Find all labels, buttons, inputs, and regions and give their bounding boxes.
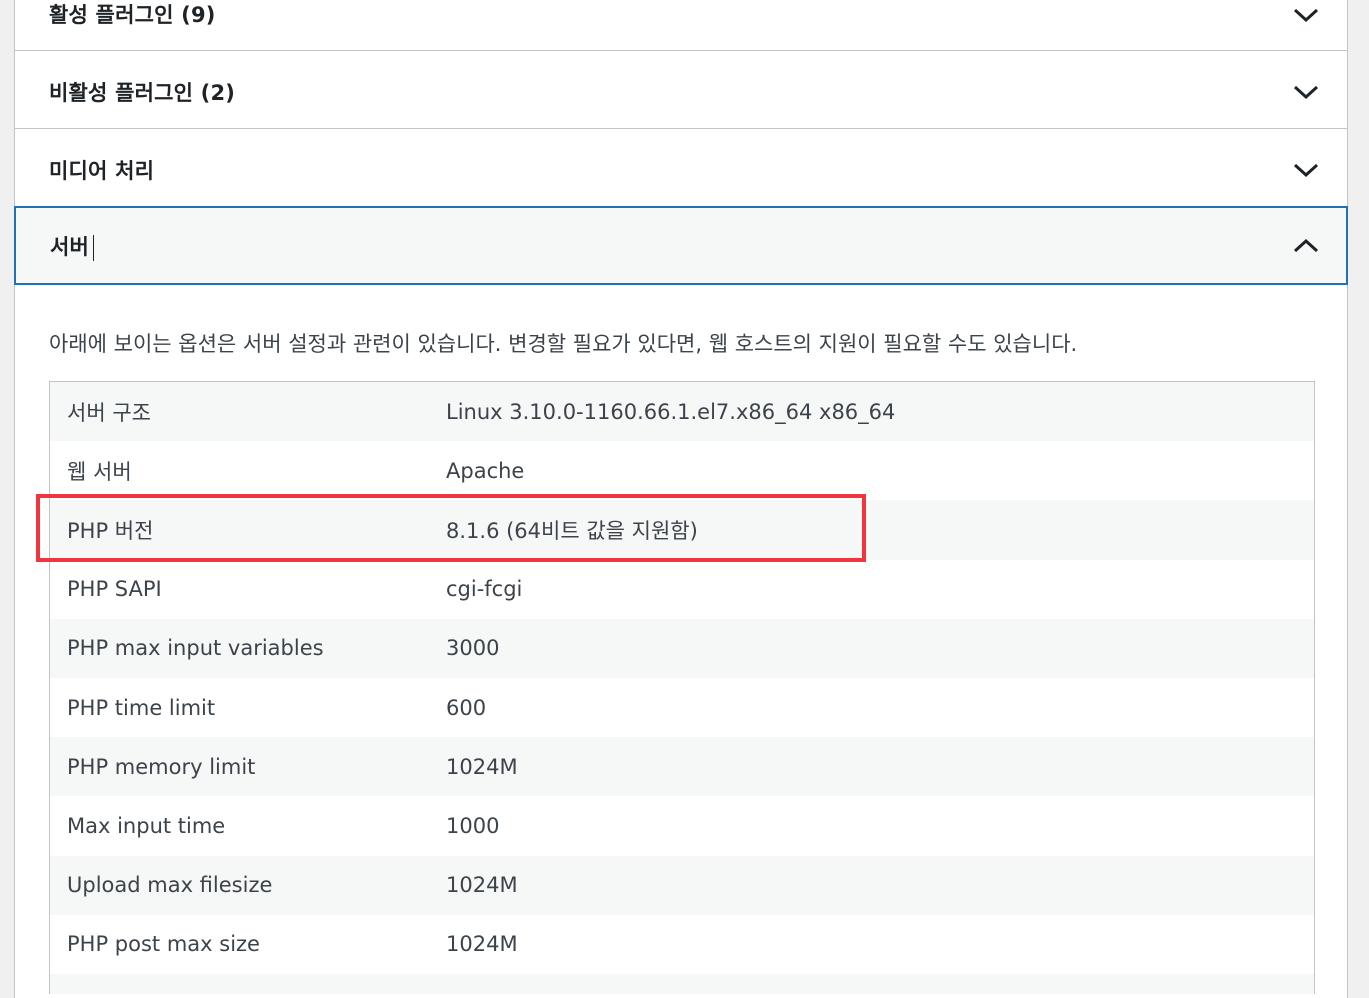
row-key: PHP 버전 bbox=[67, 518, 154, 543]
server-description: 아래에 보이는 옵션은 서버 설정과 관련이 있습니다. 변경할 필요가 있다면… bbox=[49, 332, 1078, 356]
row-value: Apache bbox=[446, 458, 525, 483]
table-row: 웹 서버 Apache bbox=[50, 441, 1314, 501]
table-row: PHP post max size 1024M bbox=[50, 914, 1314, 974]
accordion-inactive-plugins[interactable]: 비활성 플러그인 (2) bbox=[15, 51, 1347, 129]
row-key: PHP max input variables bbox=[67, 636, 324, 661]
table-row: PHP max input variables 3000 bbox=[50, 618, 1314, 678]
row-value: cgi-fcgi bbox=[446, 577, 523, 602]
accordion-title: 서버 bbox=[50, 231, 95, 261]
row-value: 1024M bbox=[446, 754, 518, 779]
row-value: 1024M bbox=[446, 873, 518, 898]
row-value: 1000 bbox=[446, 813, 500, 838]
chevron-down-icon bbox=[1293, 163, 1319, 178]
row-value: Linux 3.10.0-1160.66.1.el7.x86_64 x86_64 bbox=[446, 399, 896, 424]
accordion-active-plugins[interactable]: 활성 플러그인 (9) bbox=[15, 0, 1347, 51]
row-key: 웹 서버 bbox=[67, 459, 132, 484]
table-row: PHP time limit 600 bbox=[50, 677, 1314, 738]
accordion-title: 활성 플러그인 (9) bbox=[49, 3, 216, 27]
chevron-up-icon bbox=[1293, 238, 1319, 253]
row-key: Max input time bbox=[67, 813, 226, 838]
chevron-down-icon bbox=[1293, 8, 1319, 23]
table-row: PHP SAPI cgi-fcgi bbox=[50, 559, 1314, 619]
server-info-table: 서버 구조 Linux 3.10.0-1160.66.1.el7.x86_64 … bbox=[49, 381, 1315, 994]
accordion-title-text: 서버 bbox=[50, 235, 90, 259]
row-value: 600 bbox=[446, 695, 487, 720]
row-key: PHP SAPI bbox=[67, 577, 162, 602]
text-caret bbox=[93, 235, 95, 261]
row-value: 1024M bbox=[446, 932, 518, 957]
row-key: PHP time limit bbox=[67, 695, 216, 720]
site-health-panel: 활성 플러그인 (9) 비활성 플러그인 (2) 미디어 처리 서버 아래에 보… bbox=[14, 0, 1348, 998]
row-key: Upload max filesize bbox=[67, 873, 273, 898]
accordion-title: 미디어 처리 bbox=[49, 159, 155, 183]
accordion-server[interactable]: 서버 bbox=[14, 206, 1348, 285]
row-key: 서버 구조 bbox=[67, 400, 151, 425]
table-row: Upload max filesize 1024M bbox=[50, 855, 1314, 915]
row-key: PHP memory limit bbox=[67, 754, 256, 779]
row-value: 3000 bbox=[446, 636, 500, 661]
table-row: 서버 구조 Linux 3.10.0-1160.66.1.el7.x86_64 … bbox=[50, 382, 1314, 442]
accordion-title: 비활성 플러그인 (2) bbox=[49, 81, 236, 105]
table-row: PHP 버전 8.1.6 (64비트 값을 지원함) bbox=[50, 500, 1314, 560]
table-row: Max input time 1000 bbox=[50, 796, 1314, 856]
row-value: 8.1.6 (64비트 값을 지원함) bbox=[446, 518, 698, 543]
row-key: PHP post max size bbox=[67, 932, 260, 957]
table-row: PHP memory limit 1024M bbox=[50, 737, 1314, 797]
accordion-media-handling[interactable]: 미디어 처리 bbox=[15, 129, 1347, 207]
chevron-down-icon bbox=[1293, 85, 1319, 100]
